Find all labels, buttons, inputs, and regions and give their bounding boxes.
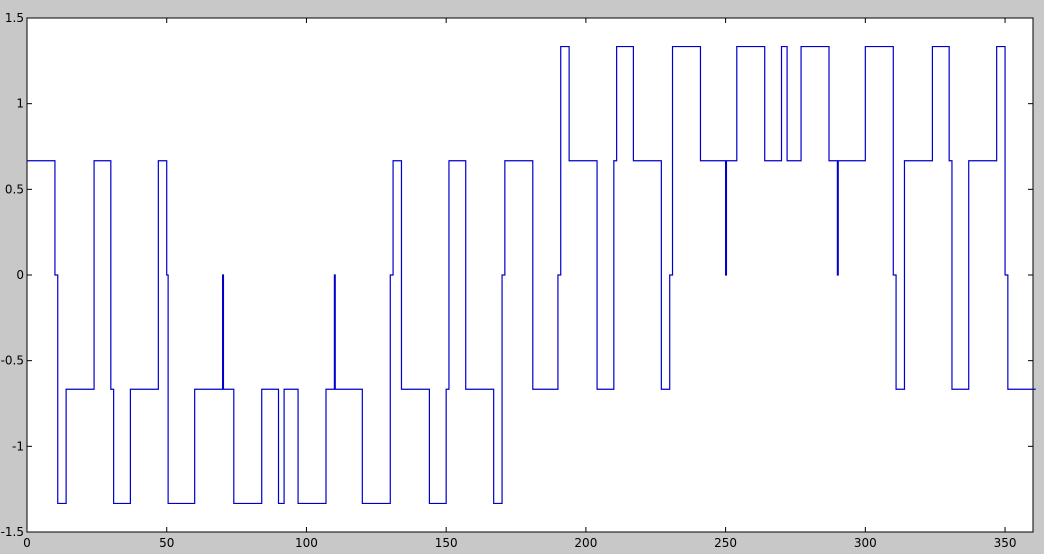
- x-tick-label: 350: [994, 536, 1017, 550]
- y-tick-label: -0.5: [1, 354, 24, 368]
- x-tick-label: 250: [714, 536, 737, 550]
- x-tick-label: 0: [23, 536, 31, 550]
- y-tick-label: 1: [16, 97, 24, 111]
- x-tick-label: 150: [435, 536, 458, 550]
- x-tick-label: 100: [295, 536, 318, 550]
- y-tick-label: -1.5: [1, 525, 24, 539]
- y-tick-label: 0: [16, 268, 24, 282]
- line-chart: 0 50 100 150 200 250 300 350 1.5 1 0.5 0 -0.5 -1 -1.5: [0, 0, 1044, 554]
- x-tick-label: 300: [854, 536, 877, 550]
- x-tick-label: 200: [574, 536, 597, 550]
- y-tick-label: 0.5: [5, 182, 24, 196]
- plot-area: [26, 17, 1034, 533]
- y-tick-label: 1.5: [5, 11, 24, 25]
- y-tick-label: -1: [12, 439, 24, 453]
- x-tick-label: 50: [159, 536, 174, 550]
